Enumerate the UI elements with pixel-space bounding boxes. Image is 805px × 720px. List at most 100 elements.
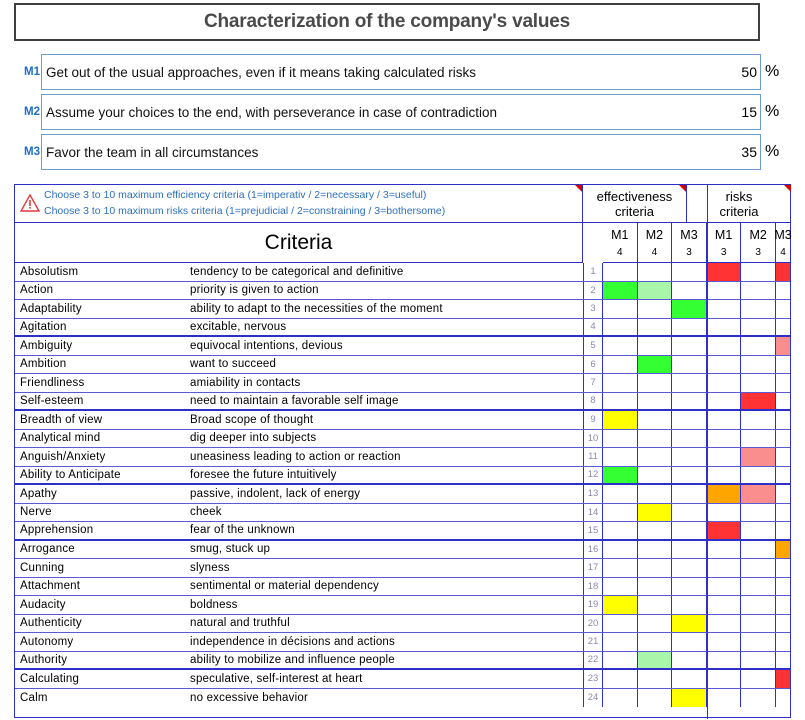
rating-cell[interactable] xyxy=(672,448,707,466)
rating-cell[interactable] xyxy=(776,633,790,651)
rating-cell[interactable] xyxy=(741,633,776,651)
rating-cell[interactable] xyxy=(741,429,776,447)
rating-cell[interactable] xyxy=(741,392,776,409)
rating-cell[interactable] xyxy=(672,392,707,409)
rating-cell[interactable] xyxy=(707,374,742,392)
rating-cell[interactable] xyxy=(603,651,638,668)
rating-cell[interactable] xyxy=(672,485,707,503)
rating-cell[interactable] xyxy=(672,281,707,299)
rating-cell[interactable] xyxy=(707,670,742,688)
rating-cell[interactable] xyxy=(603,466,638,483)
rating-cell[interactable] xyxy=(776,374,790,392)
rating-cell[interactable] xyxy=(603,281,638,299)
rating-cell[interactable] xyxy=(776,319,790,336)
rating-cell[interactable] xyxy=(741,263,776,281)
rating-cell[interactable] xyxy=(707,429,742,447)
rating-cell[interactable] xyxy=(672,633,707,651)
rating-cell[interactable] xyxy=(707,503,742,521)
rating-cell[interactable] xyxy=(672,670,707,688)
rating-cell[interactable] xyxy=(707,281,742,299)
rating-cell[interactable] xyxy=(707,651,742,668)
rating-cell[interactable] xyxy=(603,337,638,355)
rating-cell[interactable] xyxy=(741,688,776,707)
rating-cell[interactable] xyxy=(672,503,707,521)
rating-cell[interactable] xyxy=(707,633,742,651)
rating-cell[interactable] xyxy=(638,263,673,281)
rating-cell[interactable] xyxy=(741,318,776,335)
rating-cell[interactable] xyxy=(638,300,673,318)
rating-cell[interactable] xyxy=(603,670,638,688)
rating-cell[interactable] xyxy=(603,374,638,392)
rating-cell[interactable] xyxy=(638,614,673,632)
rating-cell[interactable] xyxy=(638,448,673,466)
rating-cell[interactable] xyxy=(776,282,790,300)
rating-cell[interactable] xyxy=(707,300,742,318)
rating-cell[interactable] xyxy=(638,540,673,558)
rating-cell[interactable] xyxy=(741,466,776,483)
rating-cell[interactable] xyxy=(741,670,776,688)
rating-cell[interactable] xyxy=(776,263,790,281)
rating-cell[interactable] xyxy=(603,614,638,632)
rating-cell[interactable] xyxy=(741,337,776,355)
rating-cell[interactable] xyxy=(603,392,638,409)
rating-cell[interactable] xyxy=(672,688,707,707)
rating-cell[interactable] xyxy=(707,337,742,355)
rating-cell[interactable] xyxy=(776,448,790,466)
rating-cell[interactable] xyxy=(741,485,776,503)
rating-cell[interactable] xyxy=(741,300,776,318)
rating-cell[interactable] xyxy=(672,577,707,595)
rating-cell[interactable] xyxy=(672,466,707,483)
rating-cell[interactable] xyxy=(706,263,742,281)
rating-cell[interactable] xyxy=(672,374,707,392)
rating-cell[interactable] xyxy=(638,688,673,707)
rating-cell[interactable] xyxy=(706,522,742,539)
rating-cell[interactable] xyxy=(707,577,742,595)
rating-cell[interactable] xyxy=(603,263,638,281)
rating-cell[interactable] xyxy=(707,466,742,483)
rating-cell[interactable] xyxy=(638,485,673,503)
company-value-text[interactable]: Favor the team in all circumstances xyxy=(41,134,729,170)
rating-cell[interactable] xyxy=(707,392,742,409)
rating-cell[interactable] xyxy=(672,559,707,577)
rating-cell[interactable] xyxy=(603,300,638,318)
company-value-percent[interactable]: 35 xyxy=(728,134,761,170)
rating-cell[interactable] xyxy=(776,689,790,708)
rating-cell[interactable] xyxy=(741,448,776,466)
rating-cell[interactable] xyxy=(741,411,776,429)
rating-cell[interactable] xyxy=(603,485,638,503)
rating-cell[interactable] xyxy=(672,522,707,539)
rating-cell[interactable] xyxy=(741,596,776,614)
company-value-percent[interactable]: 50 xyxy=(728,54,761,90)
rating-cell[interactable] xyxy=(707,411,742,429)
rating-cell[interactable] xyxy=(672,614,707,632)
measure-column-header[interactable]: M3 4 xyxy=(774,223,792,263)
rating-cell[interactable] xyxy=(603,318,638,335)
rating-cell[interactable] xyxy=(603,596,638,614)
rating-cell[interactable] xyxy=(637,355,673,373)
rating-cell[interactable] xyxy=(603,688,638,707)
rating-cell[interactable] xyxy=(603,540,638,558)
rating-cell[interactable] xyxy=(776,467,790,484)
rating-cell[interactable] xyxy=(638,577,673,595)
rating-cell[interactable] xyxy=(776,393,790,410)
rating-cell[interactable] xyxy=(741,651,776,668)
rating-cell[interactable] xyxy=(776,559,790,577)
rating-cell[interactable] xyxy=(603,559,638,577)
company-value-text[interactable]: Assume your choices to the end, with per… xyxy=(41,94,729,130)
rating-cell[interactable] xyxy=(741,503,776,521)
rating-cell[interactable] xyxy=(638,466,673,483)
rating-cell[interactable] xyxy=(638,374,673,392)
rating-cell[interactable] xyxy=(776,337,790,355)
rating-cell[interactable] xyxy=(707,559,742,577)
measure-column-header[interactable]: M2 3 xyxy=(741,223,776,263)
rating-cell[interactable] xyxy=(637,503,673,521)
rating-cell[interactable] xyxy=(776,615,790,633)
rating-cell[interactable] xyxy=(637,651,673,668)
rating-cell[interactable] xyxy=(672,355,707,373)
rating-cell[interactable] xyxy=(707,448,742,466)
rating-cell[interactable] xyxy=(776,540,790,558)
rating-cell[interactable] xyxy=(707,355,742,373)
rating-cell[interactable] xyxy=(603,577,638,595)
rating-cell[interactable] xyxy=(776,504,790,522)
rating-cell[interactable] xyxy=(776,485,790,503)
